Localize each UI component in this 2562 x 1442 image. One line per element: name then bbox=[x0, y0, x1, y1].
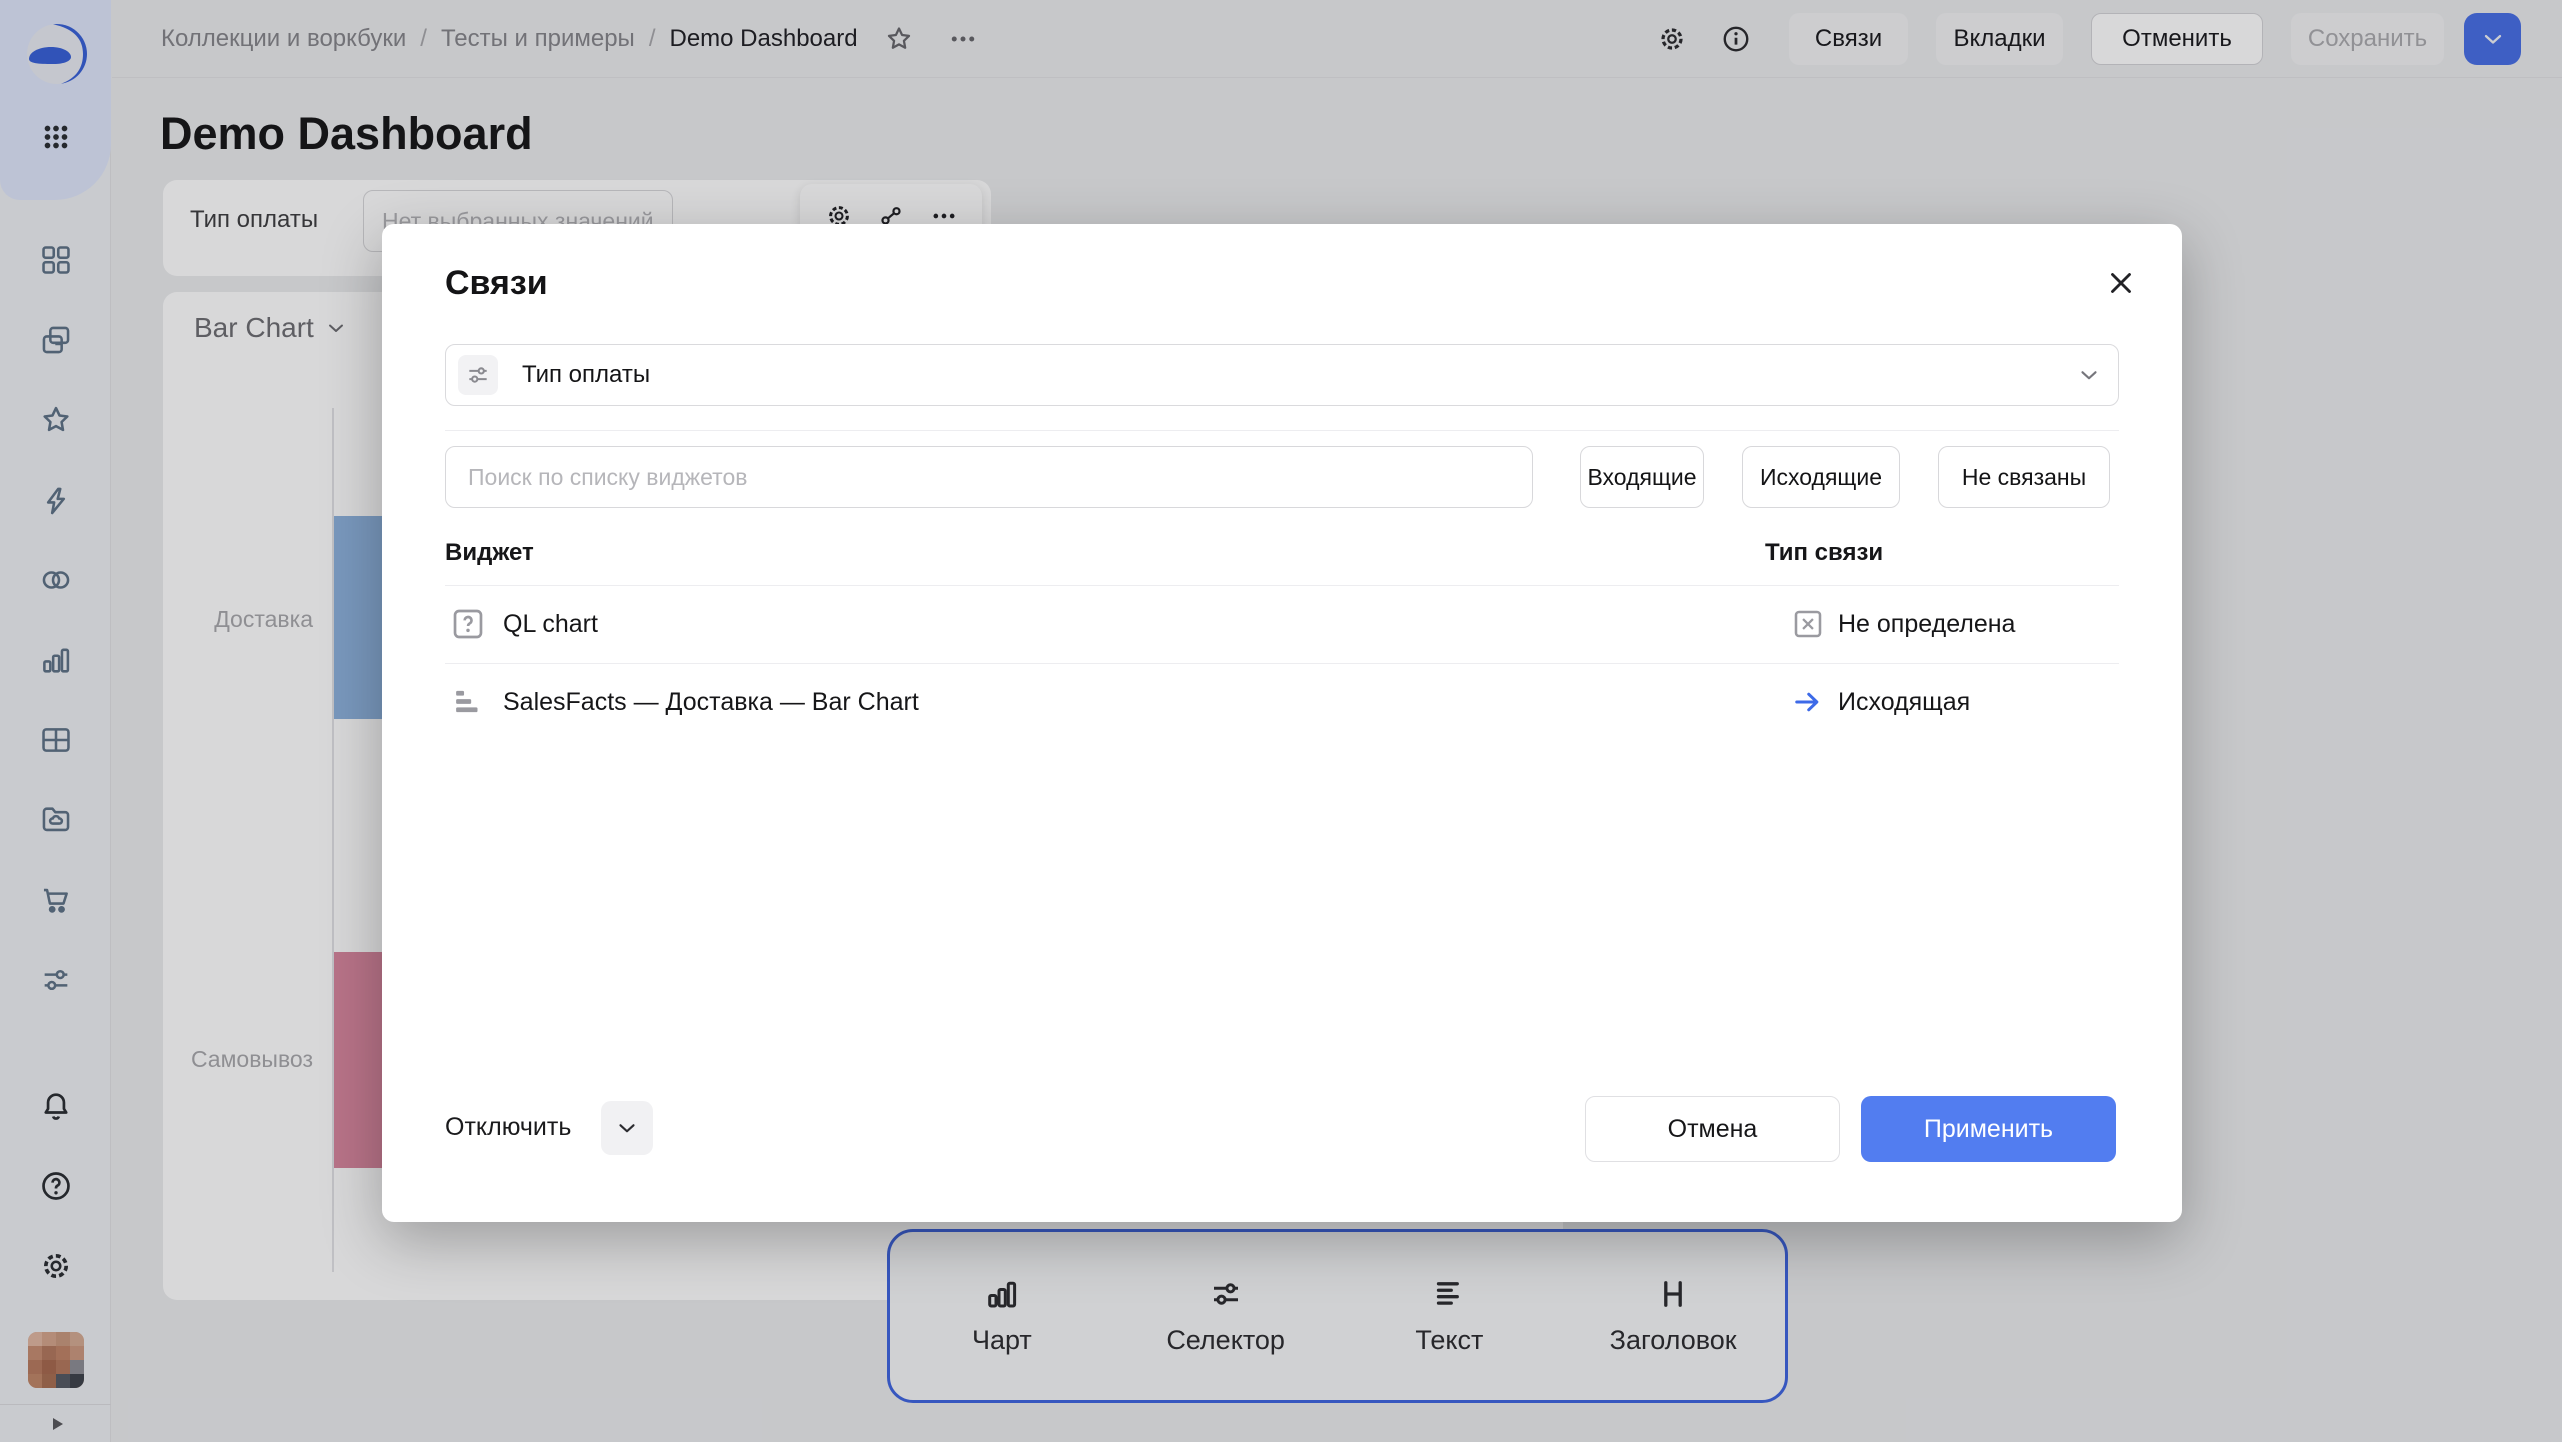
modal-title: Связи bbox=[445, 264, 548, 303]
modal-divider bbox=[445, 430, 2119, 431]
links-modal: Связи Тип оплаты Входящие Исходящие Не с… bbox=[382, 224, 2182, 1222]
chevron-down-icon bbox=[2076, 362, 2102, 388]
outgoing-arrow-icon bbox=[1790, 684, 1826, 720]
link-type-cell: Не определена bbox=[1790, 606, 2015, 642]
widget-selector-dropdown[interactable]: Тип оплаты bbox=[445, 344, 2119, 406]
table-row[interactable]: SalesFacts — Доставка — Bar Chart Исходя… bbox=[445, 663, 2119, 741]
widget-search-input[interactable] bbox=[445, 446, 1533, 508]
close-icon[interactable] bbox=[2104, 266, 2138, 300]
filter-incoming-button[interactable]: Входящие bbox=[1580, 446, 1704, 508]
widget-name: SalesFacts — Доставка — Bar Chart bbox=[503, 688, 919, 717]
disable-dropdown-button[interactable] bbox=[601, 1101, 653, 1155]
table-row[interactable]: QL chart Не определена bbox=[445, 585, 2119, 663]
column-header-widget: Виджет bbox=[445, 539, 534, 567]
chevron-down-icon bbox=[614, 1115, 640, 1141]
cancel-button[interactable]: Отмена bbox=[1585, 1096, 1840, 1162]
app-root: Коллекции и воркбуки / Тесты и примеры /… bbox=[0, 0, 2562, 1442]
apply-button[interactable]: Применить bbox=[1861, 1096, 2116, 1162]
disable-links-button[interactable]: Отключить bbox=[445, 1113, 571, 1142]
link-type-cell: Исходящая bbox=[1790, 684, 1970, 720]
widget-name: QL chart bbox=[503, 610, 598, 639]
link-undefined-icon bbox=[1790, 606, 1826, 642]
filter-outgoing-button[interactable]: Исходящие bbox=[1742, 446, 1900, 508]
selector-type-icon bbox=[458, 355, 498, 395]
ql-chart-icon bbox=[449, 605, 487, 643]
selected-widget-name: Тип оплаты bbox=[522, 361, 650, 389]
link-type-label: Исходящая bbox=[1838, 688, 1970, 717]
bar-chart-widget-icon bbox=[449, 683, 487, 721]
column-header-link-type: Тип связи bbox=[1765, 539, 1883, 567]
link-type-label: Не определена bbox=[1838, 610, 2015, 639]
filter-unlinked-button[interactable]: Не связаны bbox=[1938, 446, 2110, 508]
